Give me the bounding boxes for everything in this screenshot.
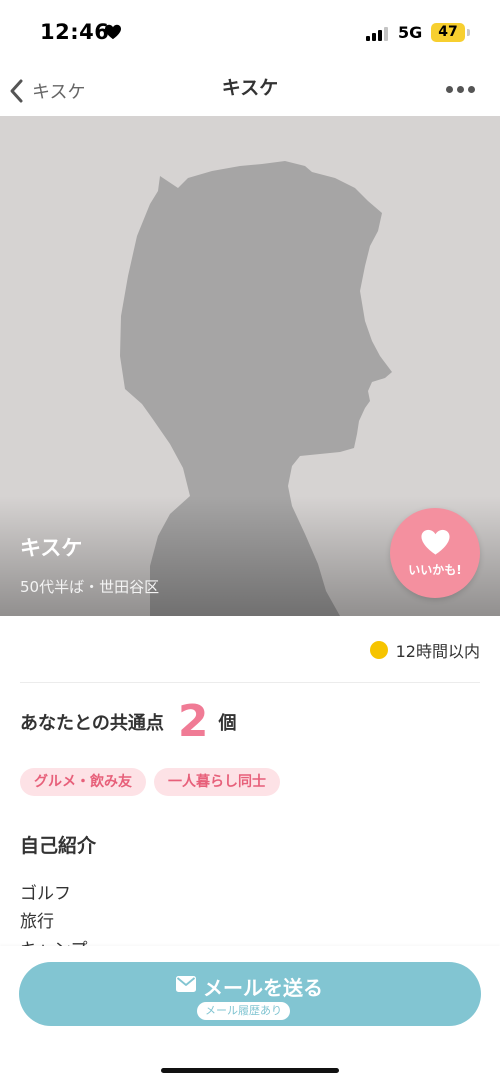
activity-dot-icon — [369, 641, 388, 659]
common-tags: グルメ・飲み友 一人暮らし同士 — [20, 768, 288, 796]
more-options-button[interactable] — [440, 74, 480, 104]
heart-icon — [421, 529, 450, 555]
battery-cap — [467, 29, 470, 36]
common-points-unit: 個 — [218, 713, 237, 734]
status-time: 12:46 — [40, 20, 110, 44]
self-intro-line: キャンプ — [20, 936, 480, 946]
common-tag[interactable]: 一人暮らし同士 — [154, 768, 280, 796]
home-indicator[interactable] — [161, 1068, 339, 1073]
network-type: 5G — [398, 23, 423, 42]
envelope-icon — [176, 976, 196, 992]
send-mail-button[interactable]: メールを送る メール履歴あり — [19, 962, 481, 1026]
self-intro-line: ゴルフ — [20, 884, 71, 904]
divider — [20, 682, 480, 683]
common-points-label: あなたとの共通点 — [20, 713, 164, 734]
back-button[interactable]: キスケ — [6, 72, 85, 110]
chevron-left-icon — [10, 79, 23, 103]
bottom-action-bar: メールを送る メール履歴あり — [0, 946, 500, 1082]
like-button[interactable]: いいかも! — [390, 508, 480, 598]
common-points: あなたとの共通点 2 個 — [20, 692, 236, 752]
profile-photo[interactable]: キスケ 50代半ば・世田谷区 いいかも! — [0, 116, 500, 616]
like-label: いいかも! — [408, 563, 462, 577]
status-bar: 12:46 5G 47 — [0, 0, 500, 66]
self-intro-text: ゴルフ 旅行 キャンプ — [20, 880, 480, 946]
more-dot-icon — [445, 85, 453, 93]
more-dot-icon — [467, 85, 475, 93]
more-dot-icon — [456, 85, 464, 93]
profile-meta: 50代半ば・世田谷区 — [20, 578, 160, 596]
signal-icon — [366, 26, 390, 41]
battery-icon: 47 — [431, 23, 465, 42]
last-login-text: 12時間以内 — [395, 642, 480, 661]
self-intro-title: 自己紹介 — [20, 835, 97, 857]
nav-bar: キスケ キスケ — [0, 66, 500, 116]
back-label: キスケ — [32, 82, 86, 103]
profile-name: キスケ — [20, 536, 83, 560]
common-points-count: 2 — [177, 696, 209, 747]
mail-history-badge: メール履歴あり — [197, 1002, 290, 1020]
heart-status-icon — [105, 24, 121, 40]
common-tag[interactable]: グルメ・飲み友 — [20, 768, 146, 796]
battery-level: 47 — [438, 24, 458, 40]
last-login: 12時間以内 — [0, 636, 480, 664]
self-intro-line: 旅行 — [20, 912, 54, 932]
send-mail-label: メールを送る — [203, 976, 323, 1000]
